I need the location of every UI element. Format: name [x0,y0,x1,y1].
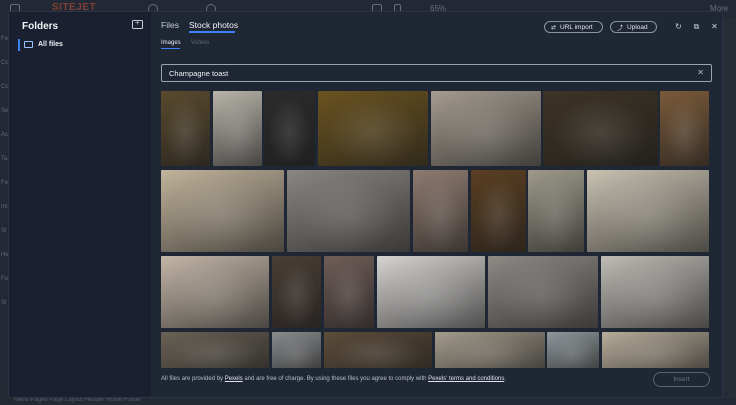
image-thumbnail-dancers-dark-room[interactable] [272,256,321,328]
media-content: Files Stock photos ⇄ URL import ⤴ Upload… [151,12,722,397]
search-box: ✕ [161,64,712,82]
pexels-link[interactable]: Pexels [225,376,243,382]
media-library-modal: Folders All files Files Stock photos ⇄ U… [9,12,722,397]
left-panel-label: He [1,252,9,258]
image-thumbnail-chandelier-glasses-gold[interactable] [318,91,428,166]
left-panel-label: Cc [1,84,9,90]
image-thumbnail-senior-couple-suit[interactable] [488,256,598,328]
folder-icon [24,41,33,48]
active-indicator [18,38,20,51]
left-panel-label: Fe [1,180,9,186]
open-external-icon[interactable]: ⧉ [692,22,701,31]
left-panel-label: Ta [1,156,8,162]
image-thumbnail-row4-c[interactable] [324,332,432,368]
image-thumbnail-dinner-table-white[interactable] [601,256,709,328]
upload-button[interactable]: ⤴ Upload [610,21,657,33]
image-thumbnail-group-seniors-toast[interactable] [431,91,541,166]
image-thumbnail-row4-b[interactable] [272,332,321,368]
image-thumbnail-woman-blue-dress[interactable] [377,256,485,328]
left-panel-label: Ac [1,132,9,138]
left-panel-label: Fo [1,276,9,282]
folders-title: Folders [22,21,59,32]
image-thumbnail-row4-f[interactable] [602,332,709,368]
image-thumbnail-row4-e[interactable] [547,332,599,368]
add-folder-icon[interactable] [132,18,143,29]
image-grid [161,91,712,368]
editor-left-panel: Fe Co Cc Se Ac Ta Fe Im Sl He Fo Sl [0,18,9,398]
image-thumbnail-party-couch-group[interactable] [324,256,374,328]
close-icon[interactable]: ✕ [710,22,719,31]
license-text-pre: All files are provided by [161,376,225,382]
folders-sidebar: Folders All files [9,12,151,397]
image-thumbnail-row4-a[interactable] [161,332,269,368]
left-panel-label: Sl [1,228,7,234]
pexels-terms-link[interactable]: Pexels' terms and conditions [428,376,504,382]
image-thumbnail-glass-sparkle-closeup[interactable] [471,170,526,252]
left-panel-label: Fe [1,36,9,42]
left-panel-label: Se [1,108,9,114]
image-thumbnail-hands-toast-flowers[interactable] [413,170,468,252]
tab-stock-photos[interactable]: Stock photos [189,20,238,30]
subtab-images[interactable]: Images [161,40,181,46]
editor-right-panel [722,18,736,398]
folder-label: All files [38,41,63,48]
upload-label: Upload [627,23,648,31]
left-panel-label: Im [1,204,8,210]
image-thumbnail-seniors-bunting-toast[interactable] [587,170,709,252]
image-thumbnail-friends-party-dark[interactable] [543,91,658,166]
image-thumbnail-two-women-standing[interactable] [161,256,269,328]
image-thumbnail-bw-hands-toasting[interactable] [264,91,315,166]
insert-button[interactable]: Insert [653,372,710,387]
url-import-label: URL import [560,23,593,31]
license-text-mid: and are free of charge. By using these f… [242,376,429,382]
image-thumbnail-couple-wedding-grey[interactable] [287,170,410,252]
editor-status-bar: Menu Pages Page Layout Header Home Foote… [0,397,736,405]
image-thumbnail-champagne-bokeh[interactable] [660,91,709,166]
subtab-videos[interactable]: Videos [191,40,209,46]
left-panel-label: Co [1,60,9,66]
left-panel-label: Sl [1,300,7,306]
license-text-post: . [504,376,507,382]
refresh-icon[interactable]: ↻ [674,22,683,31]
tab-files[interactable]: Files [161,20,179,30]
search-input[interactable] [169,69,669,78]
image-thumbnail-two-coupes-white-frame[interactable] [213,91,262,166]
url-import-button[interactable]: ⇄ URL import [544,21,603,33]
active-tab-underline [189,31,235,33]
image-thumbnail-row4-d[interactable] [435,332,545,368]
image-thumbnail-couple-dancing-bunting[interactable] [528,170,584,252]
license-notice: All files are provided by Pexels and are… [161,376,506,382]
active-subtab-underline [161,48,180,49]
folder-item-all-files[interactable]: All files [18,38,143,51]
image-thumbnail-champagne-flutes-dark[interactable] [161,91,210,166]
upload-icon: ⤴ [617,25,624,32]
image-thumbnail-seniors-party-yellow[interactable] [161,170,284,252]
link-icon: ⇄ [551,24,557,31]
clear-search-icon[interactable]: ✕ [697,68,704,77]
